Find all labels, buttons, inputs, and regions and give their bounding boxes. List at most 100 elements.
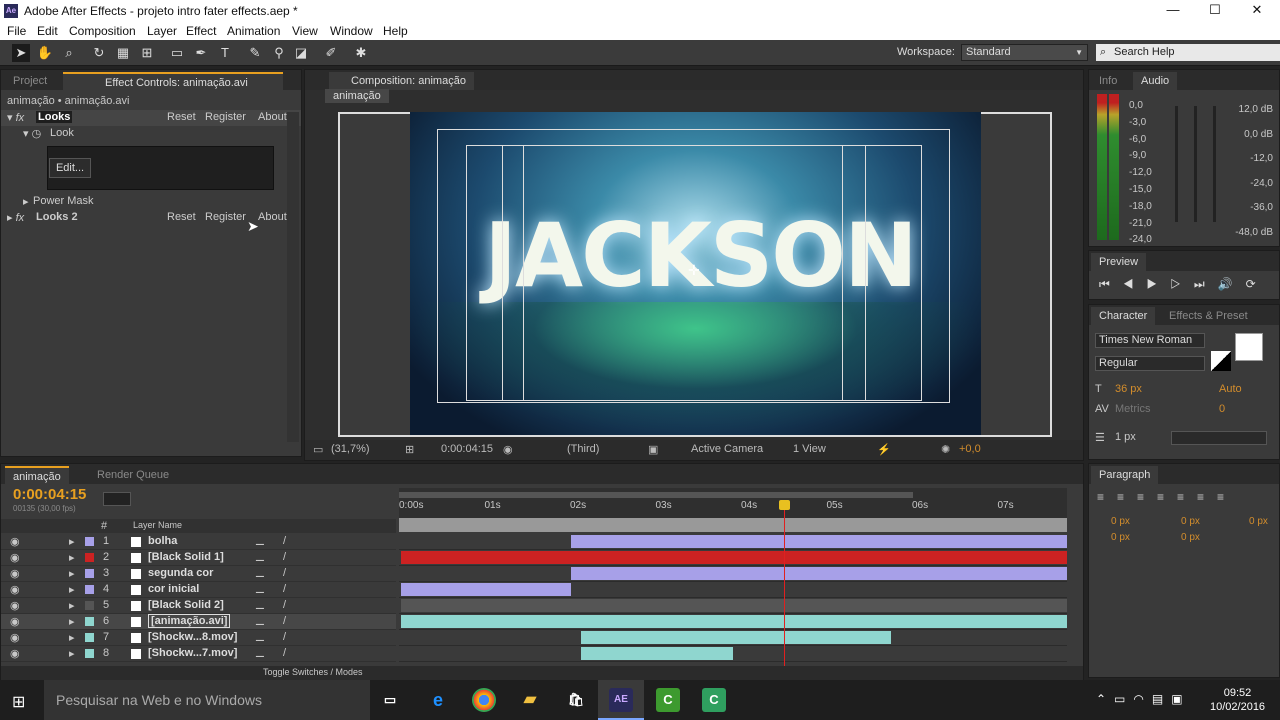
audio-slider-right[interactable]: [1194, 106, 1197, 222]
about-link-2[interactable]: About: [258, 211, 287, 223]
camera-tool-icon[interactable]: ▦: [114, 44, 132, 62]
font-style-select[interactable]: Regular: [1095, 356, 1205, 371]
kerning-value[interactable]: Metrics: [1115, 403, 1150, 415]
tab-effect-controls[interactable]: Effect Controls: animação.avi: [63, 72, 283, 90]
magnification-select[interactable]: (31,7%): [331, 443, 370, 455]
shy-switch-icon[interactable]: ⚊: [255, 599, 265, 612]
shy-switch-icon[interactable]: ⚊: [255, 615, 265, 628]
effect-name-looks[interactable]: Looks: [36, 111, 73, 123]
alignment-buttons[interactable]: ≡≡≡≡≡≡≡: [1097, 490, 1237, 504]
hand-tool-icon[interactable]: ✋: [36, 44, 54, 62]
timeline-timecode[interactable]: 0:00:04:15: [13, 486, 86, 503]
timecode-display[interactable]: 0:00:04:15: [441, 443, 493, 455]
rectangle-tool-icon[interactable]: ▭: [168, 44, 186, 62]
reset-link-2[interactable]: Reset: [167, 211, 196, 223]
eraser-tool-icon[interactable]: ◪: [292, 44, 310, 62]
system-tray-icons[interactable]: ⌃▭◠▤▣: [1096, 692, 1191, 706]
layer-label-color[interactable]: [85, 601, 94, 610]
layer-row[interactable]: ◉ ▸ 8 [Shockw...7.mov] ⚊ /: [1, 646, 396, 662]
tab-render-queue[interactable]: Render Queue: [89, 466, 177, 484]
audio-slider-master[interactable]: [1213, 106, 1216, 222]
clone-stamp-tool-icon[interactable]: ⚲: [270, 44, 288, 62]
puppet-tool-icon[interactable]: ✱: [352, 44, 370, 62]
menu-view[interactable]: View: [292, 24, 318, 38]
taskbar-search-box[interactable]: Pesquisar na Web e no Windows: [44, 680, 370, 720]
layer-label-color[interactable]: [85, 569, 94, 578]
timeline-search-input[interactable]: [103, 492, 131, 506]
indent-right-value[interactable]: 0 px: [1181, 516, 1200, 527]
workspace-select[interactable]: Standard ▼: [961, 44, 1088, 61]
layer-label-color[interactable]: [85, 585, 94, 594]
layer-duration-bar[interactable]: [571, 535, 1067, 548]
layer-duration-bar[interactable]: [401, 583, 571, 596]
visibility-eye-icon[interactable]: ◉: [10, 615, 20, 628]
current-time-indicator[interactable]: [784, 504, 785, 668]
tab-character[interactable]: Character: [1091, 307, 1156, 325]
visibility-eye-icon[interactable]: ◉: [10, 599, 20, 612]
visibility-eye-icon[interactable]: ◉: [10, 551, 20, 564]
layer-name[interactable]: segunda cor: [148, 567, 213, 579]
layer-row[interactable]: ◉ ▸ 3 segunda cor ⚊ /: [1, 566, 396, 582]
tab-preview[interactable]: Preview: [1091, 253, 1147, 271]
reset-link[interactable]: Reset: [167, 111, 196, 123]
menu-window[interactable]: Window: [330, 24, 373, 38]
layer-name[interactable]: [Shockw...7.mov]: [148, 647, 237, 659]
brush-tool-icon[interactable]: ✎: [246, 44, 264, 62]
taskbar-clock[interactable]: 09:52 10/02/2016: [1210, 686, 1265, 714]
shy-switch-icon[interactable]: ⚊: [255, 583, 265, 596]
layer-row[interactable]: ◉ ▸ 1 bolha ⚊ /: [1, 534, 396, 550]
layer-duration-bar[interactable]: [401, 615, 1067, 628]
rotate-tool-icon[interactable]: ↻: [90, 44, 108, 62]
power-mask-expand-icon[interactable]: ▸: [23, 195, 29, 208]
layer-name[interactable]: [Shockw...8.mov]: [148, 631, 237, 643]
stroke-color-swatch[interactable]: [1235, 333, 1263, 361]
visibility-eye-icon[interactable]: ◉: [10, 535, 20, 548]
menu-effect[interactable]: Effect: [186, 24, 216, 38]
after-effects-icon[interactable]: AE: [609, 688, 633, 712]
search-help-input[interactable]: ⌕ Search Help: [1096, 44, 1280, 61]
layer-expand-icon[interactable]: ▸: [69, 583, 75, 596]
resolution-select[interactable]: (Third): [567, 443, 599, 455]
quality-switch-icon[interactable]: /: [283, 631, 286, 643]
layer-row[interactable]: ◉ ▸ 4 cor inicial ⚊ /: [1, 582, 396, 598]
layer-name[interactable]: [Black Solid 2]: [148, 599, 224, 611]
layer-duration-bar[interactable]: [401, 599, 1067, 612]
layer-label-color[interactable]: [85, 553, 94, 562]
layer-label-color[interactable]: [85, 649, 94, 658]
tab-composition[interactable]: Composition: animação: [329, 72, 474, 90]
font-family-select[interactable]: Times New Roman: [1095, 333, 1205, 348]
pan-behind-tool-icon[interactable]: ⊞: [138, 44, 156, 62]
layer-expand-icon[interactable]: ▸: [69, 647, 75, 660]
zoom-tool-icon[interactable]: ⌕: [60, 44, 78, 62]
layer-row[interactable]: ◉ ▸ 7 [Shockw...8.mov] ⚊ /: [1, 630, 396, 646]
camtasia-icon[interactable]: C: [656, 688, 680, 712]
space-before-value[interactable]: 0 px: [1111, 532, 1130, 543]
indent-first-value[interactable]: 0 px: [1249, 516, 1268, 527]
type-tool-icon[interactable]: T: [216, 44, 234, 62]
playhead-handle-icon[interactable]: [779, 500, 790, 510]
expand-arrow-icon[interactable]: ▾ fx: [7, 111, 24, 124]
layer-name[interactable]: [Black Solid 1]: [148, 551, 224, 563]
windows-start-icon[interactable]: ⊞: [12, 692, 25, 712]
preview-controls[interactable]: ⏮◀▶▷⏭🔊⟳: [1099, 277, 1269, 292]
view-layout-select[interactable]: 1 View: [793, 443, 826, 455]
visibility-eye-icon[interactable]: ◉: [10, 631, 20, 644]
menu-composition[interactable]: Composition: [69, 24, 136, 38]
visibility-eye-icon[interactable]: ◉: [10, 567, 20, 580]
comp-viewer[interactable]: JACKSON ✛: [410, 112, 981, 435]
quality-switch-icon[interactable]: /: [283, 615, 286, 627]
layer-name[interactable]: [animação.avi]: [148, 614, 231, 628]
anchor-point-icon[interactable]: ✛: [688, 262, 700, 279]
roto-brush-tool-icon[interactable]: ✐: [322, 44, 340, 62]
layer-duration-bar[interactable]: [571, 567, 1067, 580]
layer-name[interactable]: cor inicial: [148, 583, 199, 595]
stroke-width-value[interactable]: 1 px: [1115, 431, 1136, 443]
store-icon[interactable]: 🛍: [564, 688, 588, 712]
recorder-icon[interactable]: C: [702, 688, 726, 712]
quality-switch-icon[interactable]: /: [283, 583, 286, 595]
menu-layer[interactable]: Layer: [147, 24, 177, 38]
layer-row[interactable]: ◉ ▸ 5 [Black Solid 2] ⚊ /: [1, 598, 396, 614]
tab-info[interactable]: Info: [1091, 72, 1125, 90]
register-link[interactable]: Register: [205, 111, 246, 123]
indent-left-value[interactable]: 0 px: [1111, 516, 1130, 527]
